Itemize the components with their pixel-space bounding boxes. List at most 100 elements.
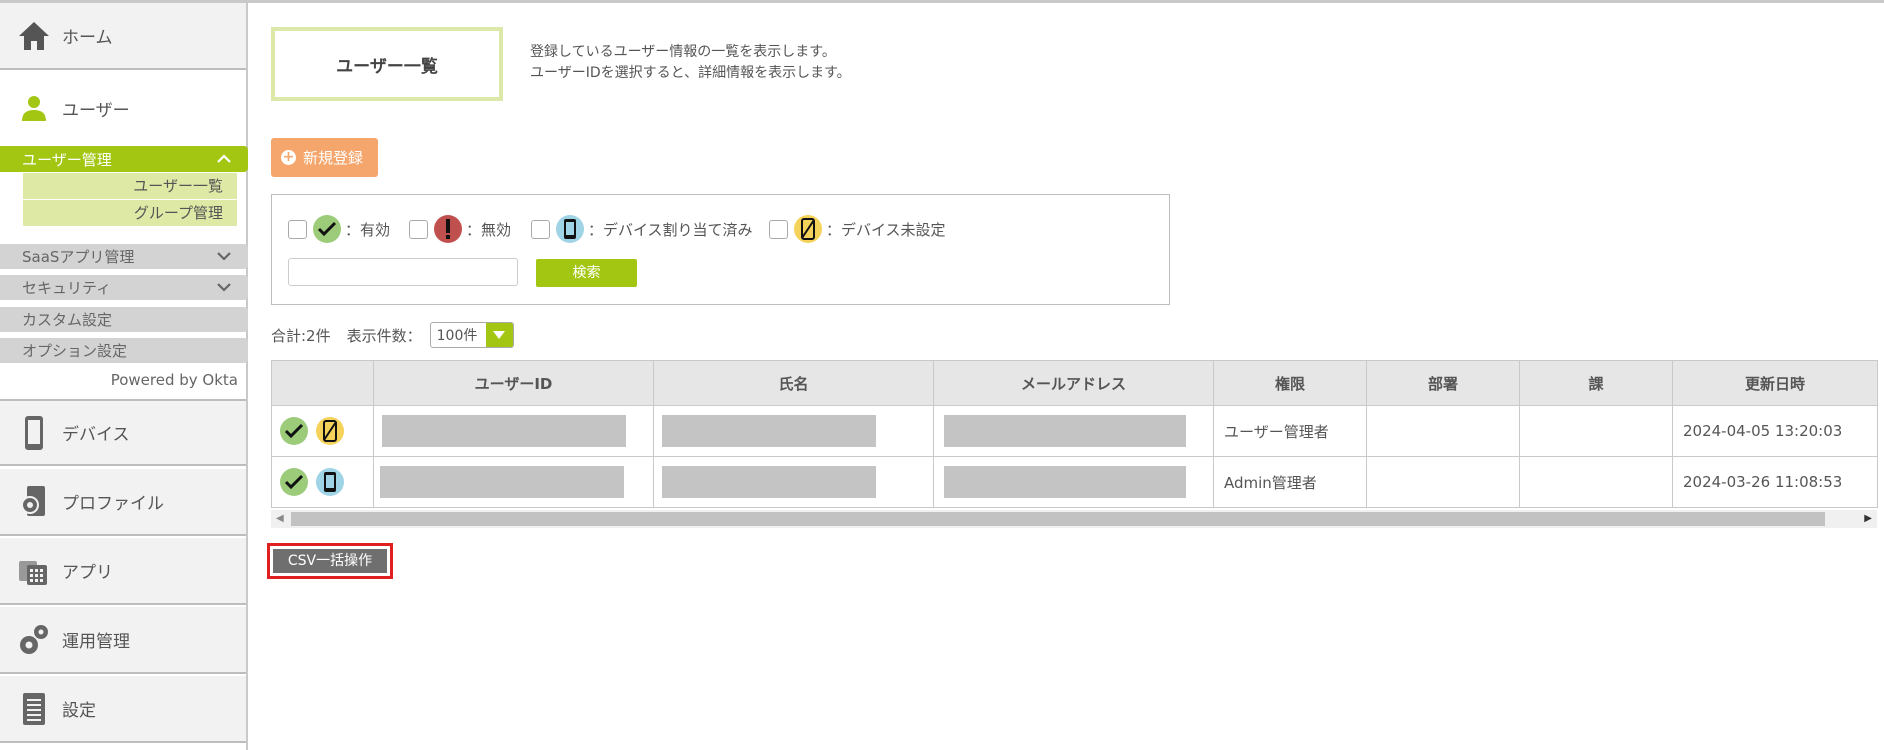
powered-by: Powered by Okta: [110, 371, 238, 389]
sidebar-item-label: ユーザー: [62, 100, 130, 121]
column-header[interactable]: 更新日時: [1672, 360, 1878, 406]
sidebar-item-label: プロファイル: [62, 494, 164, 514]
csv-bulk-label: CSV一括操作: [273, 549, 387, 573]
sidebar-sub-label: ユーザー管理: [22, 150, 112, 169]
name-cell: [653, 405, 934, 457]
user-id-cell[interactable]: [373, 456, 654, 508]
search-button[interactable]: 検索: [536, 259, 637, 287]
sidebar: ホーム ユーザー ユーザー管理 ユーザー一覧 グループ管理 SaaSアプリ管理 …: [0, 3, 248, 750]
filter-invalid-checkbox[interactable]: [409, 219, 428, 239]
sidebar-sub-saas[interactable]: SaaSアプリ管理: [0, 244, 248, 269]
check-icon: [280, 468, 308, 496]
new-registration-button[interactable]: + 新規登録: [271, 138, 378, 177]
user-id-cell[interactable]: [373, 405, 654, 457]
sidebar-item-operations[interactable]: 運用管理: [0, 607, 246, 674]
device-assigned-icon: [316, 468, 344, 496]
filter-device-unset-label: ：デバイス未設定: [826, 220, 946, 239]
redacted-block: [382, 415, 626, 447]
sidebar-item-label: 設定: [62, 701, 96, 721]
email-cell: [933, 456, 1214, 508]
top-border: [0, 0, 1884, 3]
status-icons: [272, 468, 373, 496]
scroll-left-icon[interactable]: ◀: [276, 513, 284, 524]
filter-device-assigned-label: ：デバイス割り当て済み: [588, 220, 753, 239]
filter-invalid: ：無効: [409, 215, 511, 243]
sidebar-sub-options[interactable]: オプション設定: [0, 338, 248, 363]
filter-active: ：有効: [288, 215, 390, 243]
sidebar-item-user[interactable]: ユーザー: [0, 73, 246, 143]
filter-device-assigned-checkbox[interactable]: [531, 219, 550, 239]
scroll-right-icon[interactable]: ▶: [1864, 513, 1872, 524]
sidebar-item-device[interactable]: デバイス: [0, 399, 246, 466]
filter-device-unset-checkbox[interactable]: [769, 219, 788, 239]
sidebar-sub-user-list[interactable]: ユーザー一覧: [23, 173, 237, 199]
filter-active-checkbox[interactable]: [288, 219, 307, 239]
table-row: ユーザー管理者 2024-04-05 13:20:03: [271, 405, 1878, 457]
sidebar-sub-label: オプション設定: [22, 342, 128, 360]
device-unset-icon: [794, 215, 822, 243]
page-title: ユーザー一覧: [271, 27, 503, 101]
phone-icon: [16, 415, 52, 451]
sidebar-sub-group-management[interactable]: グループ管理: [23, 200, 237, 226]
redacted-block: [662, 466, 876, 498]
per-page-select[interactable]: 100件: [429, 322, 514, 348]
sidebar-sub-custom[interactable]: カスタム設定: [0, 307, 248, 332]
email-cell: [933, 405, 1214, 457]
chevron-down-icon: [216, 248, 232, 266]
table-header-row: ユーザーID 氏名 メールアドレス 権限 部署 課 更新日時: [271, 360, 1878, 406]
list-summary: 合計:2件 表示件数： 100件: [271, 322, 514, 348]
exclamation-icon: [434, 215, 462, 243]
description-line: 登録しているユーザー情報の一覧を表示します。: [530, 44, 836, 60]
column-header[interactable]: ユーザーID: [373, 360, 654, 406]
gears-icon: [16, 622, 52, 658]
status-cell: [271, 405, 374, 457]
sidebar-item-apps[interactable]: アプリ: [0, 538, 246, 605]
filter-invalid-label: ：無効: [466, 220, 512, 239]
per-page-value: 100件: [436, 328, 478, 344]
column-header[interactable]: 権限: [1213, 360, 1367, 406]
page-description: 登録しているユーザー情報の一覧を表示します。 ユーザーIDを選択すると、詳細情報…: [530, 42, 851, 84]
sidebar-item-label: デバイス: [62, 425, 130, 445]
redacted-block: [380, 466, 624, 498]
sidebar-item-settings[interactable]: 設定: [0, 676, 246, 743]
updated-cell: 2024-04-05 13:20:03: [1672, 405, 1878, 457]
chevron-down-icon: [216, 279, 232, 297]
check-icon: [313, 215, 341, 243]
csv-bulk-button[interactable]: CSV一括操作: [267, 543, 393, 579]
sidebar-item-home[interactable]: ホーム: [0, 3, 246, 70]
filter-active-label: ：有効: [345, 220, 391, 239]
status-cell: [271, 456, 374, 508]
description-line: ユーザーIDを選択すると、詳細情報を表示します。: [530, 65, 851, 81]
user-icon: [16, 90, 52, 126]
plus-icon: +: [281, 149, 296, 165]
device-unset-icon: [316, 417, 344, 445]
redacted-block: [662, 415, 876, 447]
check-icon: [280, 417, 308, 445]
department-cell: [1366, 456, 1520, 508]
per-page-label: 表示件数：: [346, 326, 422, 345]
column-header[interactable]: 氏名: [653, 360, 934, 406]
filter-panel: ：有効 ：無効 ：デバイス割り当て済み ：デバイス未設定 検索: [271, 194, 1170, 305]
total-count: 合計:2件: [271, 326, 331, 345]
search-input[interactable]: [288, 258, 518, 286]
column-header[interactable]: 課: [1519, 360, 1673, 406]
table-row: Admin管理者 2024-03-26 11:08:53: [271, 456, 1878, 508]
department-cell: [1366, 405, 1520, 457]
column-header[interactable]: メールアドレス: [933, 360, 1214, 406]
sidebar-sub-user-management[interactable]: ユーザー管理: [0, 146, 248, 172]
horizontal-scrollbar[interactable]: ◀ ▶: [271, 510, 1877, 528]
device-assigned-icon: [556, 215, 584, 243]
sidebar-sub-label: カスタム設定: [22, 311, 113, 329]
updated-cell: 2024-03-26 11:08:53: [1672, 456, 1878, 508]
sidebar-sub-security[interactable]: セキュリティ: [0, 275, 248, 300]
chevron-up-icon: [216, 150, 232, 168]
document-icon: [16, 691, 52, 727]
column-header[interactable]: 部署: [1366, 360, 1520, 406]
scrollbar-thumb[interactable]: [291, 512, 1825, 526]
status-icons: [272, 417, 373, 445]
profile-gear-icon: [16, 484, 52, 520]
sidebar-item-profile[interactable]: プロファイル: [0, 469, 246, 536]
redacted-block: [944, 466, 1186, 498]
sidebar-item-label: アプリ: [62, 563, 113, 583]
home-icon: [16, 18, 52, 54]
